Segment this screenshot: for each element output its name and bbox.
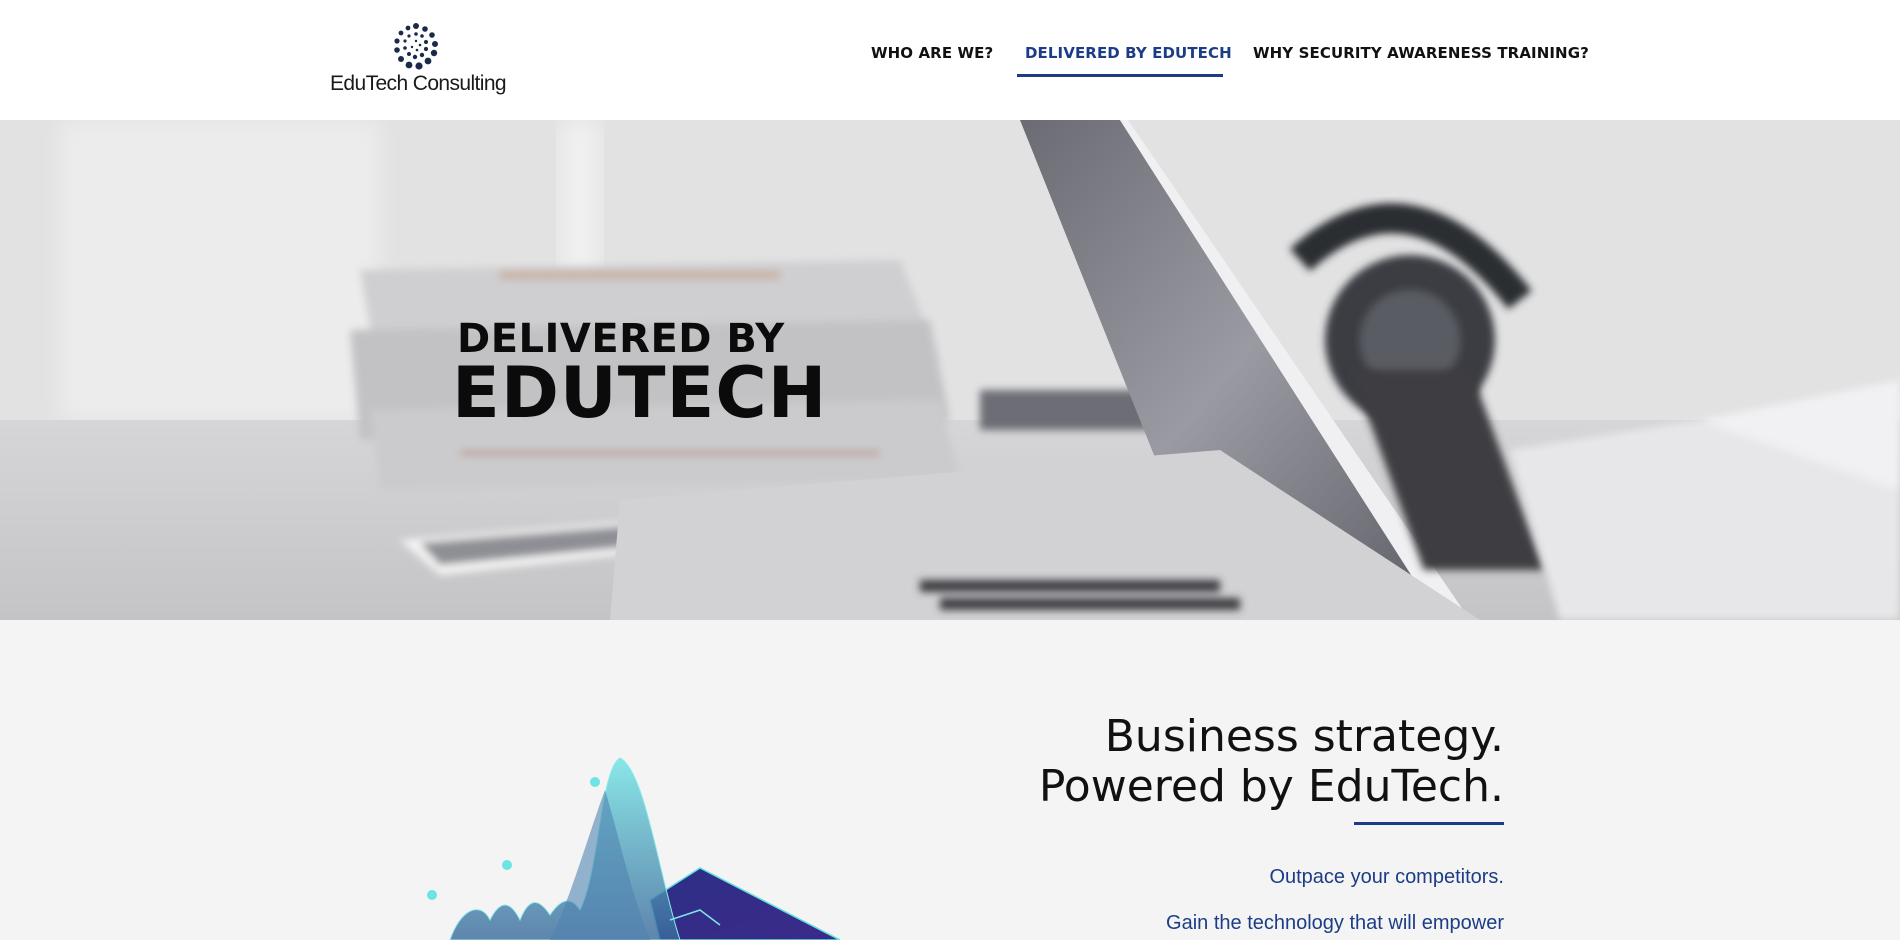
nav-active-indicator: [1017, 74, 1223, 77]
data-visualization-graphic: [427, 757, 840, 940]
nav-item-why-security-awareness-training[interactable]: WHY SECURITY AWARENESS TRAINING?: [1253, 44, 1589, 68]
lead-text-2: Gain the technology that will empower: [1166, 912, 1504, 934]
section-heading-line-2: Powered by EduTech.: [1038, 761, 1504, 812]
brand-name: EduTech Consulting: [330, 72, 507, 95]
site-header: EduTech Consulting WHO ARE WE? DELIVERED…: [0, 0, 1900, 120]
hero-title: EDUTECH: [452, 352, 828, 434]
dotted-circle-logo-icon: [394, 23, 438, 70]
section-heading-line-1: Business strategy.: [1104, 711, 1504, 762]
lead-text-1: Outpace your competitors.: [1269, 866, 1504, 888]
hero-background-image: [0, 120, 1900, 620]
section-heading: Business strategy. Powered by EduTech.: [1039, 712, 1504, 812]
hero-banner: DELIVERED BY EDUTECH: [0, 120, 1900, 620]
nav-item-delivered-by-edutech[interactable]: DELIVERED BY EDUTECH: [1025, 44, 1232, 68]
brand-logo[interactable]: EduTech Consulting: [330, 22, 507, 102]
heading-underline: [1354, 822, 1504, 825]
business-strategy-section: Business strategy. Powered by EduTech. O…: [0, 620, 1900, 940]
nav-item-who-are-we[interactable]: WHO ARE WE?: [871, 44, 993, 68]
